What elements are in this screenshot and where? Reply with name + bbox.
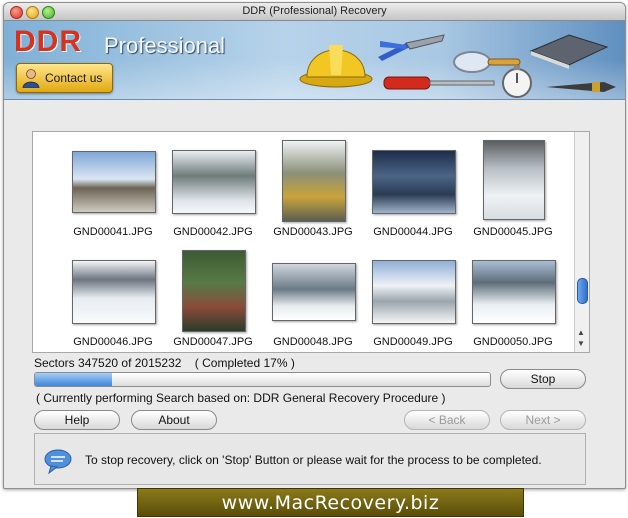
thumbnail-image [182, 250, 246, 332]
hint-panel: To stop recovery, click on 'Stop' Button… [34, 433, 586, 485]
thumbnail-image [472, 260, 556, 324]
about-button[interactable]: About [131, 410, 217, 430]
pliers-icon [378, 34, 445, 61]
file-thumbnail[interactable]: GND00045.JPG [463, 140, 563, 250]
search-status-text: ( Currently performing Search based on: … [36, 391, 446, 405]
contact-us-button[interactable]: Contact us [16, 63, 113, 93]
progress-fill [35, 373, 113, 386]
vertical-scrollbar[interactable]: ▲ ▼ [574, 132, 589, 352]
file-thumbnail[interactable]: GND00047.JPG [163, 250, 263, 360]
scroll-down-arrow-icon[interactable]: ▼ [577, 339, 585, 348]
pen-icon [546, 82, 616, 92]
stop-button[interactable]: Stop [500, 369, 586, 389]
title-bar: DDR (Professional) Recovery [4, 3, 625, 21]
thumbnail-image [272, 263, 356, 321]
file-preview-panel: GND00041.JPG GND00042.JPG GND00043.JPG GND0… [32, 131, 590, 353]
file-thumbnail[interactable]: GND00044.JPG [363, 140, 463, 250]
thumbnail-filename: GND00050.JPG [473, 336, 553, 348]
thumbnail-image [483, 140, 545, 220]
scroll-thumb[interactable] [577, 278, 588, 304]
file-thumbnail[interactable]: GND00043.JPG [263, 140, 363, 250]
back-button[interactable]: < Back [404, 410, 490, 430]
next-button[interactable]: Next > [500, 410, 586, 430]
sectors-progress-text: Sectors 347520 of 2015232 ( Completed 17… [34, 356, 295, 370]
thumbnail-image [72, 151, 156, 213]
thumbnail-image [282, 140, 346, 222]
file-thumbnail[interactable]: GND00050.JPG [463, 250, 563, 360]
header-banner: DDR Professional Contact us [4, 21, 625, 100]
user-icon [22, 69, 40, 88]
file-thumbnail[interactable]: GND00048.JPG [263, 250, 363, 360]
thumbnail-image [372, 150, 456, 214]
brand-logo: DDR [14, 25, 82, 58]
screwdriver-icon [383, 76, 495, 90]
brand-edition: Professional [104, 33, 226, 58]
scroll-up-arrow-icon[interactable]: ▲ [577, 328, 585, 337]
file-thumbnail[interactable]: GND00046.JPG [63, 250, 163, 360]
book-icon [529, 34, 609, 69]
thumbnail-filename: GND00045.JPG [473, 226, 553, 238]
hint-text: To stop recovery, click on 'Stop' Button… [85, 453, 542, 467]
thumbnail-grid: GND00041.JPG GND00042.JPG GND00043.JPG GND0… [33, 132, 573, 352]
recovery-progress-bar [34, 372, 491, 387]
completed-percent: ( Completed 17% ) [194, 356, 295, 370]
thumbnail-image [172, 150, 256, 214]
thumbnail-image [372, 260, 456, 324]
website-url: www.MacRecovery.biz [221, 492, 440, 514]
chat-bubble-icon [44, 449, 72, 474]
footer-banner: www.MacRecovery.biz [137, 488, 524, 517]
file-thumbnail[interactable]: GND00049.JPG [363, 250, 463, 360]
contact-us-label: Contact us [45, 71, 103, 85]
help-button[interactable]: Help [34, 410, 120, 430]
sectors-count: Sectors 347520 of 2015232 [34, 356, 182, 370]
thumbnail-image [72, 260, 156, 324]
window-title: DDR (Professional) Recovery [242, 5, 387, 17]
file-thumbnail[interactable]: GND00042.JPG [163, 140, 263, 250]
file-thumbnail[interactable]: GND00041.JPG [63, 140, 163, 250]
hard-hat-icon [299, 45, 373, 88]
